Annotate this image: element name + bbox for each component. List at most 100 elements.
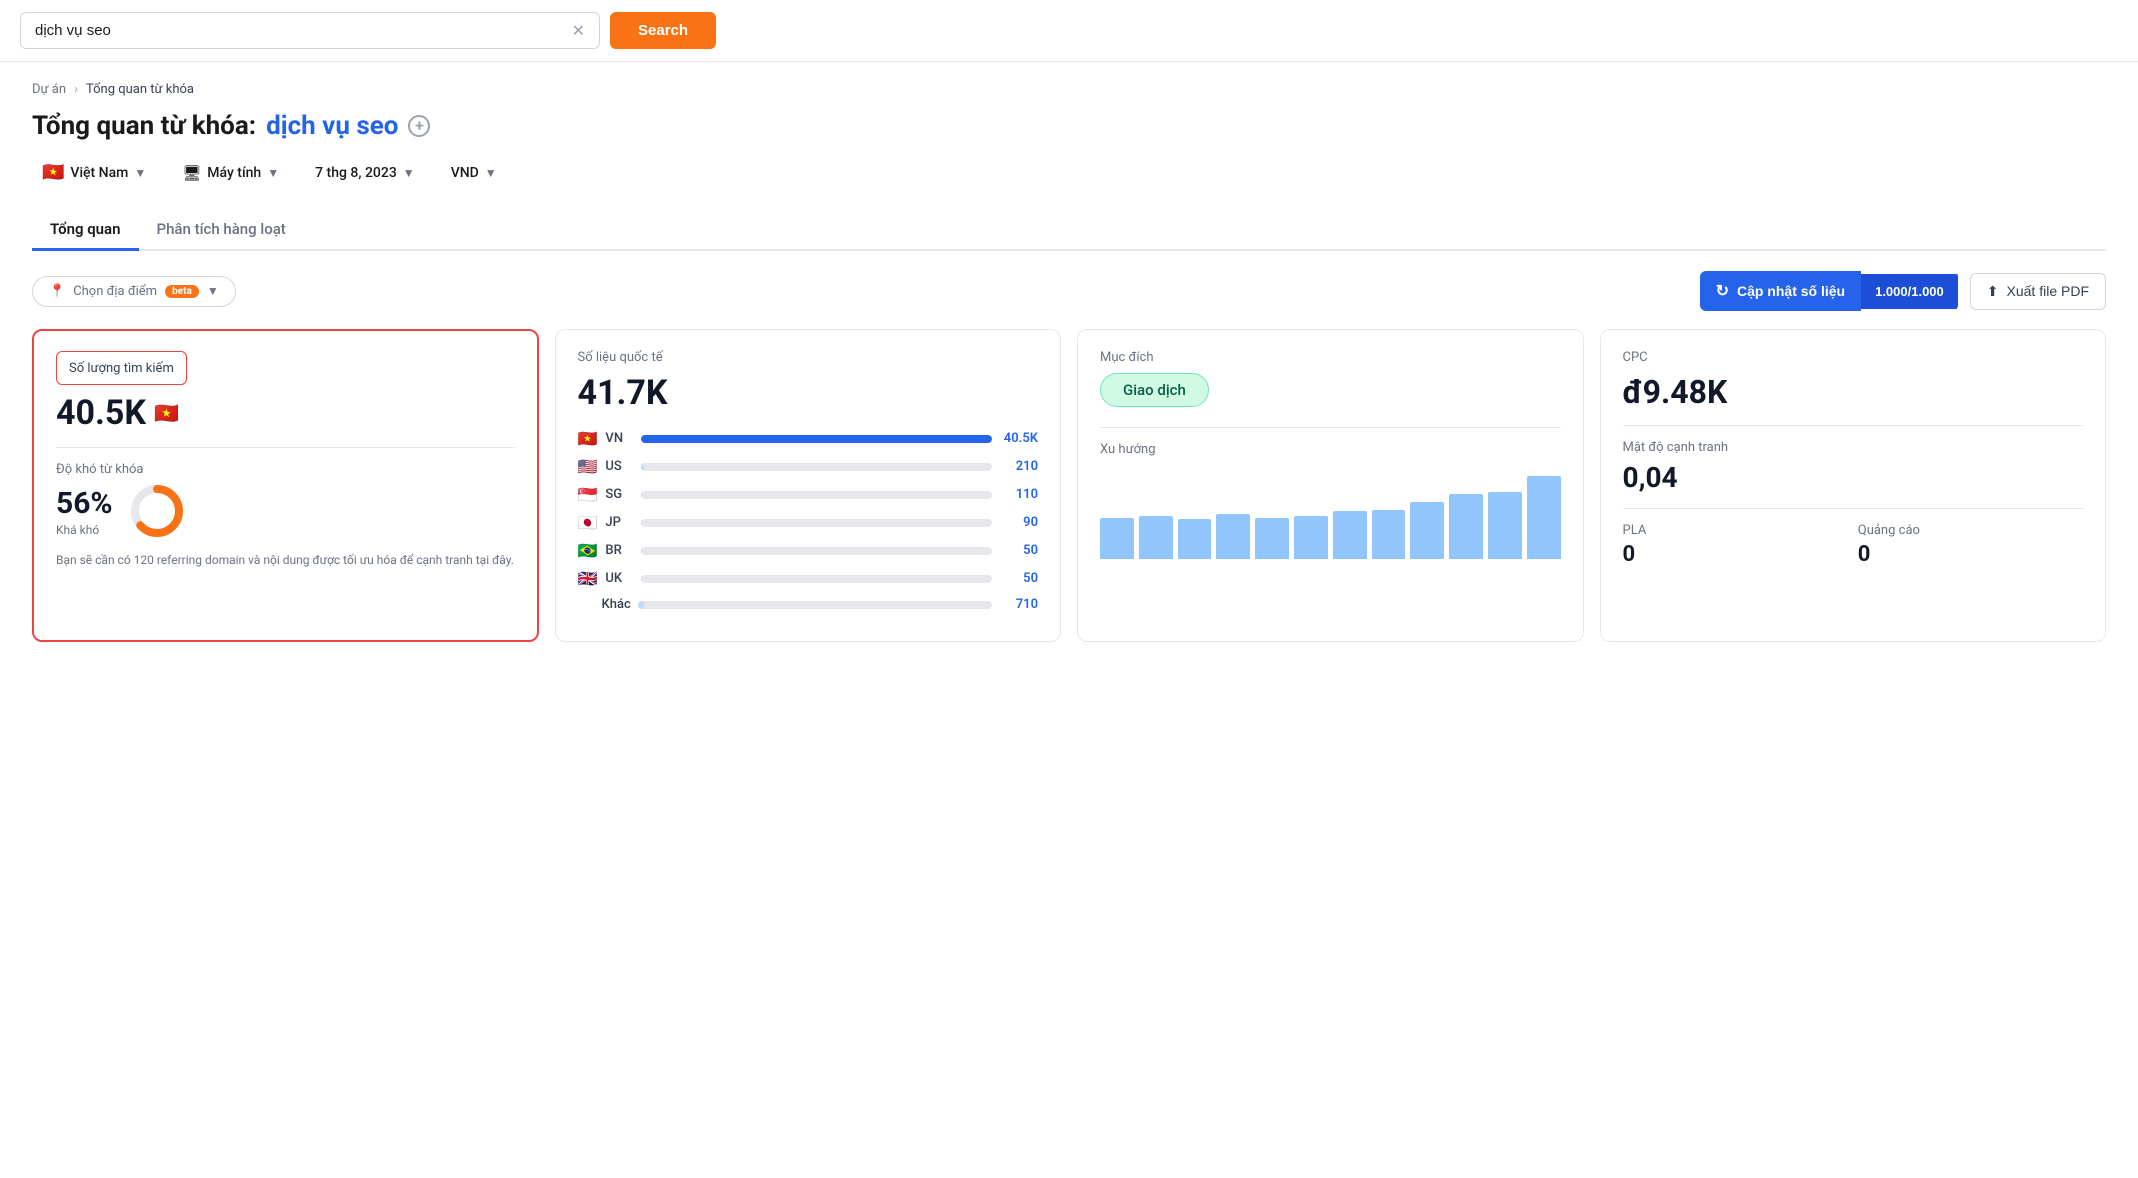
pla-ads-row: PLA 0 Quảng cáo 0 bbox=[1623, 523, 2084, 567]
country-code-br: BR bbox=[605, 543, 633, 558]
count-jp: 90 bbox=[1000, 515, 1038, 530]
pla-item: PLA 0 bbox=[1623, 523, 1848, 567]
tab-phan-tich[interactable]: Phân tích hàng loạt bbox=[139, 210, 304, 251]
trend-bar-4 bbox=[1216, 514, 1250, 559]
purpose-badge: Giao dịch bbox=[1100, 373, 1209, 407]
bar-us bbox=[641, 463, 992, 471]
country-row-us: 🇺🇸 US 210 bbox=[578, 457, 1039, 476]
tab-tong-quan[interactable]: Tổng quan bbox=[32, 210, 139, 251]
country-row-sg: 🇸🇬 SG 110 bbox=[578, 485, 1039, 504]
pla-label: PLA bbox=[1623, 523, 1848, 538]
trend-bar-2 bbox=[1139, 516, 1173, 559]
update-button[interactable]: ↻ Cập nhật số liệu 1.000/1.000 bbox=[1700, 271, 1958, 311]
page-title: Tổng quan từ khóa: dịch vụ seo + bbox=[32, 111, 2106, 141]
currency-filter[interactable]: VND ▼ bbox=[441, 160, 507, 186]
difficulty-label: Độ khó từ khóa bbox=[56, 462, 515, 477]
count-other: 710 bbox=[1000, 597, 1038, 612]
cards-grid: Số lượng tìm kiếm 40.5K 🇻🇳 Độ khó từ khó… bbox=[32, 329, 2106, 642]
currency-chevron-icon: ▼ bbox=[485, 166, 497, 180]
update-btn-counter[interactable]: 1.000/1.000 bbox=[1861, 274, 1958, 309]
update-btn-main[interactable]: ↻ Cập nhật số liệu bbox=[1700, 271, 1862, 311]
country-row-br: 🇧🇷 BR 50 bbox=[578, 541, 1039, 560]
location-pin-icon: 📍 bbox=[49, 284, 65, 299]
bar-fill-other bbox=[638, 601, 644, 609]
international-value: 41.7K bbox=[578, 373, 1039, 413]
search-input[interactable] bbox=[35, 22, 564, 39]
bar-uk bbox=[641, 575, 992, 583]
count-us: 210 bbox=[1000, 459, 1038, 474]
clear-icon[interactable]: ✕ bbox=[572, 21, 585, 40]
main-content: Dự án › Tổng quan từ khóa Tổng quan từ k… bbox=[0, 62, 2138, 662]
difficulty-value: 56% bbox=[56, 486, 113, 521]
device-filter[interactable]: 🖥 Máy tính ▼ bbox=[172, 159, 289, 187]
country-code-jp: JP bbox=[605, 515, 633, 530]
currency-label: VND bbox=[451, 165, 479, 181]
date-filter[interactable]: 7 thg 8, 2023 ▼ bbox=[305, 160, 425, 186]
export-icon: ⬆ bbox=[1987, 283, 1999, 300]
card-divider-1 bbox=[56, 447, 515, 448]
international-label: Số liệu quốc tế bbox=[578, 350, 1039, 365]
add-keyword-icon[interactable]: + bbox=[408, 115, 430, 137]
country-row-uk: 🇬🇧 UK 50 bbox=[578, 569, 1039, 588]
country-flag-vn: 🇻🇳 bbox=[578, 429, 598, 448]
trend-bar-8 bbox=[1372, 510, 1406, 560]
filter-row: 🇻🇳 Việt Nam ▼ 🖥 Máy tính ▼ 7 thg 8, 2023… bbox=[32, 157, 2106, 188]
search-volume-header: Số lượng tìm kiếm bbox=[56, 351, 187, 385]
export-pdf-button[interactable]: ⬆ Xuất file PDF bbox=[1970, 273, 2106, 310]
international-card: Số liệu quốc tế 41.7K 🇻🇳 VN 40.5K 🇺🇸 US … bbox=[555, 329, 1062, 642]
difficulty-row: 56% Khá khó bbox=[56, 481, 515, 541]
bar-jp bbox=[641, 519, 992, 527]
search-volume-number: 40.5K bbox=[56, 393, 146, 433]
density-value: 0,04 bbox=[1623, 461, 2084, 494]
refresh-icon: ↻ bbox=[1716, 281, 1729, 301]
device-icon: 🖥 bbox=[182, 164, 201, 182]
breadcrumb: Dự án › Tổng quan từ khóa bbox=[32, 82, 2106, 97]
difficulty-description: Bạn sẽ cần có 120 referring domain và nộ… bbox=[56, 551, 515, 569]
country-chevron-icon: ▼ bbox=[134, 166, 146, 180]
search-volume-label: Số lượng tìm kiếm bbox=[69, 361, 174, 376]
device-chevron-icon: ▼ bbox=[267, 166, 279, 180]
bar-fill-sg bbox=[641, 491, 642, 499]
page-title-prefix: Tổng quan từ khóa: bbox=[32, 111, 256, 141]
country-flag-br: 🇧🇷 bbox=[578, 541, 598, 560]
location-picker[interactable]: 📍 Chọn địa điểm beta ▼ bbox=[32, 276, 236, 307]
trend-bar-10 bbox=[1449, 494, 1483, 559]
search-volume-card: Số lượng tìm kiếm 40.5K 🇻🇳 Độ khó từ khó… bbox=[32, 329, 539, 642]
date-label: 7 thg 8, 2023 bbox=[315, 165, 397, 181]
country-filter[interactable]: 🇻🇳 Việt Nam ▼ bbox=[32, 157, 156, 188]
search-volume-value-row: 40.5K 🇻🇳 bbox=[56, 393, 515, 433]
difficulty-sub: Khá khó bbox=[56, 523, 113, 537]
country-code-sg: SG bbox=[605, 487, 633, 502]
bar-fill-vn bbox=[641, 435, 992, 443]
country-row-jp: 🇯🇵 JP 90 bbox=[578, 513, 1039, 532]
ads-item: Quảng cáo 0 bbox=[1858, 523, 2083, 567]
trend-chart bbox=[1100, 469, 1561, 559]
card-divider-3 bbox=[1100, 427, 1561, 428]
bar-br bbox=[641, 547, 992, 555]
search-bar: ✕ Search bbox=[0, 0, 2138, 62]
trend-bar-6 bbox=[1294, 516, 1328, 559]
trend-bar-12 bbox=[1527, 476, 1561, 559]
export-label: Xuất file PDF bbox=[2007, 283, 2089, 299]
count-sg: 110 bbox=[1000, 487, 1038, 502]
breadcrumb-parent[interactable]: Dự án bbox=[32, 82, 66, 97]
count-br: 50 bbox=[1000, 543, 1038, 558]
country-code-us: US bbox=[605, 459, 633, 474]
country-label: Việt Nam bbox=[70, 165, 128, 181]
country-row-vn: 🇻🇳 VN 40.5K bbox=[578, 429, 1039, 448]
country-code-other: Khác bbox=[602, 597, 630, 612]
bar-sg bbox=[641, 491, 992, 499]
purpose-label: Mục đích bbox=[1100, 350, 1561, 365]
page-title-keyword: dịch vụ seo bbox=[266, 111, 398, 141]
difficulty-info: 56% Khá khó bbox=[56, 486, 113, 537]
country-code-uk: UK bbox=[605, 571, 633, 586]
toolbar-right: ↻ Cập nhật số liệu 1.000/1.000 ⬆ Xuất fi… bbox=[1700, 271, 2106, 311]
bar-fill-uk bbox=[641, 575, 642, 583]
search-button[interactable]: Search bbox=[610, 12, 716, 49]
donut-chart bbox=[127, 481, 187, 541]
device-label: Máy tính bbox=[207, 165, 261, 181]
purpose-trend-card: Mục đích Giao dịch Xu hướng bbox=[1077, 329, 1584, 642]
count-uk: 50 bbox=[1000, 571, 1038, 586]
bar-other bbox=[638, 601, 993, 609]
trend-label: Xu hướng bbox=[1100, 442, 1561, 457]
